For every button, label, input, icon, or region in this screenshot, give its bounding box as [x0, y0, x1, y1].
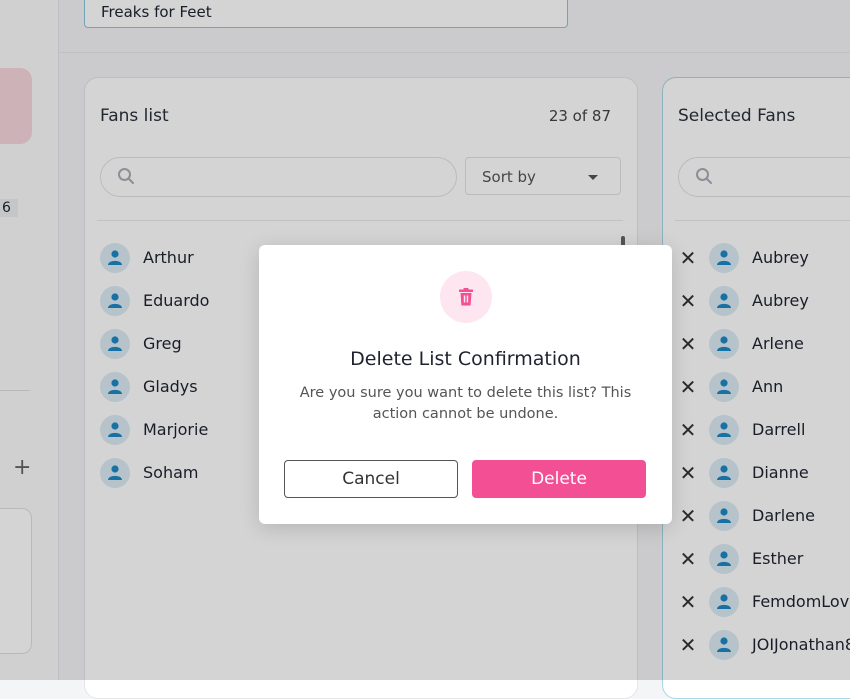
trash-icon [459, 288, 473, 306]
delete-confirmation-modal: Delete List Confirmation Are you sure yo… [259, 245, 672, 524]
modal-title: Delete List Confirmation [350, 348, 581, 370]
cancel-button[interactable]: Cancel [284, 460, 458, 498]
delete-button[interactable]: Delete [472, 460, 646, 498]
modal-message: Are you sure you want to delete this lis… [299, 385, 632, 422]
trash-icon-badge [440, 271, 492, 323]
